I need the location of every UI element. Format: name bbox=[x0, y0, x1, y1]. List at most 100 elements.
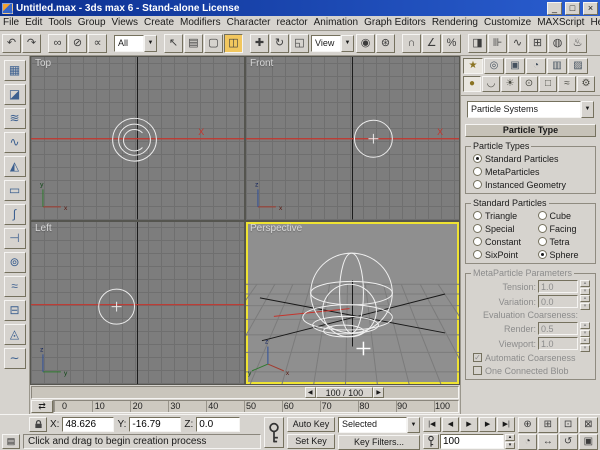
reactor-dashpot-icon[interactable]: ⊣ bbox=[4, 228, 26, 249]
menu-item[interactable]: Rendering bbox=[429, 16, 481, 30]
category-space-warps-icon[interactable]: ≈ bbox=[558, 76, 576, 92]
viewport-perspective[interactable]: Perspective bbox=[246, 222, 459, 385]
menu-item[interactable]: Modifiers bbox=[177, 16, 224, 30]
align-icon[interactable]: ⊪ bbox=[488, 34, 507, 53]
field-of-view-icon[interactable]: ◔ bbox=[518, 434, 537, 450]
variation-spinner[interactable]: ▴▾ bbox=[580, 295, 590, 308]
radio-standard-particles[interactable]: Standard Particles bbox=[466, 152, 595, 165]
key-filters-button[interactable]: Key Filters... bbox=[338, 435, 420, 450]
select-and-move-icon[interactable]: ✚ bbox=[250, 34, 269, 53]
percent-snap-icon[interactable]: % bbox=[442, 34, 461, 53]
tension-field[interactable] bbox=[538, 280, 578, 293]
menu-item[interactable]: Help bbox=[587, 16, 600, 30]
spinner-down-icon[interactable]: ▾ bbox=[505, 442, 515, 449]
radio-sixpoint[interactable]: SixPoint bbox=[466, 248, 531, 261]
select-and-scale-icon[interactable]: ◱ bbox=[290, 34, 309, 53]
menu-item[interactable]: Views bbox=[109, 16, 142, 30]
mirror-icon[interactable]: ◨ bbox=[468, 34, 487, 53]
render-coarseness-field[interactable] bbox=[538, 322, 578, 335]
timeline-ruler[interactable]: 0102030405060708090100 bbox=[53, 400, 459, 413]
radio-sphere[interactable]: Sphere bbox=[531, 248, 596, 261]
reactor-plane-icon[interactable]: ▭ bbox=[4, 180, 26, 201]
frame-spinner[interactable]: ▴▾ bbox=[505, 434, 515, 447]
time-slider-value[interactable]: 100 / 100 bbox=[316, 387, 374, 398]
select-object-icon[interactable]: ↖ bbox=[164, 34, 183, 53]
spinner-up-icon[interactable]: ▴ bbox=[580, 280, 590, 287]
reactor-deforming-mesh-icon[interactable]: ◭ bbox=[4, 156, 26, 177]
viewport-front[interactable]: Front X x z bbox=[246, 57, 459, 220]
pan-icon[interactable]: ↔ bbox=[538, 434, 557, 450]
goto-start-button[interactable]: |◀ bbox=[423, 417, 441, 432]
category-shapes-icon[interactable]: ◡ bbox=[482, 76, 500, 92]
z-coordinate-field[interactable] bbox=[196, 417, 240, 432]
variation-field[interactable] bbox=[538, 295, 578, 308]
select-and-link-icon[interactable]: ∞ bbox=[48, 34, 67, 53]
chevron-down-icon[interactable]: ▼ bbox=[144, 35, 157, 52]
reactor-soft-body-collection-icon[interactable]: ≋ bbox=[4, 108, 26, 129]
goto-end-button[interactable]: ▶| bbox=[497, 417, 515, 432]
curve-editor-icon[interactable]: ∿ bbox=[508, 34, 527, 53]
radio-metaparticles[interactable]: MetaParticles bbox=[466, 165, 595, 178]
mini-listener-icon[interactable]: ▤ bbox=[2, 434, 20, 449]
reactor-spring-icon[interactable]: ∫ bbox=[4, 204, 26, 225]
viewport-left[interactable]: Left y z bbox=[31, 222, 244, 385]
tab-create-icon[interactable]: ★ bbox=[463, 58, 483, 74]
menu-item[interactable]: MAXScript bbox=[534, 16, 587, 30]
trackbar-toggle-icon[interactable]: ⇄ bbox=[31, 400, 53, 413]
tab-hierarchy-icon[interactable]: ▣ bbox=[505, 58, 525, 74]
spinner-down-icon[interactable]: ▾ bbox=[580, 345, 590, 352]
menu-item[interactable]: Create bbox=[141, 16, 177, 30]
time-slider-next-icon[interactable]: ▶ bbox=[373, 387, 384, 398]
subcategory-dropdown[interactable]: Particle Systems ▼ bbox=[467, 101, 594, 118]
angle-snap-icon[interactable]: ∠ bbox=[422, 34, 441, 53]
spinner-down-icon[interactable]: ▾ bbox=[580, 288, 590, 295]
spinner-down-icon[interactable]: ▾ bbox=[580, 330, 590, 337]
selection-filter-dropdown[interactable]: All ▼ bbox=[114, 35, 157, 52]
maximize-button[interactable]: □ bbox=[565, 2, 580, 15]
menu-item[interactable]: File bbox=[0, 16, 22, 30]
tab-modify-icon[interactable]: ◎ bbox=[484, 58, 504, 74]
arc-rotate-icon[interactable]: ↺ bbox=[559, 434, 578, 450]
y-coordinate-field[interactable] bbox=[129, 417, 181, 432]
menu-item[interactable]: Customize bbox=[481, 16, 534, 30]
select-by-name-icon[interactable]: ▤ bbox=[184, 34, 203, 53]
checkbox-automatic-coarseness[interactable]: ✓ Automatic Coarseness bbox=[466, 351, 595, 364]
spinner-down-icon[interactable]: ▾ bbox=[580, 303, 590, 310]
window-crossing-toggle-icon[interactable]: ◫ bbox=[224, 34, 243, 53]
category-lights-icon[interactable]: ☀ bbox=[501, 76, 519, 92]
chevron-down-icon[interactable]: ▼ bbox=[581, 101, 594, 118]
tension-spinner[interactable]: ▴▾ bbox=[580, 280, 590, 293]
zoom-extents-icon[interactable]: ⊡ bbox=[559, 417, 578, 433]
reactor-cloth-collection-icon[interactable]: ◪ bbox=[4, 84, 26, 105]
reactor-motor-icon[interactable]: ⊚ bbox=[4, 252, 26, 273]
play-button[interactable]: ▶ bbox=[460, 417, 478, 432]
undo-icon[interactable]: ↶ bbox=[2, 34, 21, 53]
spinner-up-icon[interactable]: ▴ bbox=[580, 322, 590, 329]
reactor-rope-collection-icon[interactable]: ∿ bbox=[4, 132, 26, 153]
checkbox-one-connected-blob[interactable]: One Connected Blob bbox=[466, 364, 595, 377]
radio-tetra[interactable]: Tetra bbox=[531, 235, 596, 248]
menu-item[interactable]: Graph Editors bbox=[361, 16, 429, 30]
close-button[interactable]: × bbox=[583, 2, 598, 15]
viewport-top[interactable]: Top X x y bbox=[31, 57, 244, 220]
radio-instanced-geometry[interactable]: Instanced Geometry bbox=[466, 178, 595, 191]
category-geometry-icon[interactable]: ● bbox=[463, 76, 481, 92]
time-slider-prev-icon[interactable]: ◀ bbox=[305, 387, 316, 398]
time-slider-track[interactable]: ◀ 100 / 100 ▶ bbox=[31, 386, 459, 399]
radio-cube[interactable]: Cube bbox=[531, 209, 596, 222]
select-and-rotate-icon[interactable]: ↻ bbox=[270, 34, 289, 53]
radio-constant[interactable]: Constant bbox=[466, 235, 531, 248]
rectangular-selection-region-icon[interactable]: ▢ bbox=[204, 34, 223, 53]
reactor-toy-car-icon[interactable]: ⊟ bbox=[4, 300, 26, 321]
bind-to-space-warp-icon[interactable]: ∝ bbox=[88, 34, 107, 53]
previous-frame-button[interactable]: ◀ bbox=[442, 417, 460, 432]
min-max-toggle-icon[interactable]: ▣ bbox=[579, 434, 598, 450]
key-mode-toggle-button[interactable] bbox=[423, 434, 439, 449]
set-key-button[interactable]: Set Key bbox=[287, 434, 335, 449]
category-helpers-icon[interactable]: □ bbox=[539, 76, 557, 92]
reactor-water-icon[interactable]: ∼ bbox=[4, 348, 26, 369]
menu-item[interactable]: Animation bbox=[311, 16, 361, 30]
use-pivot-point-center-icon[interactable]: ◉ bbox=[356, 34, 375, 53]
material-editor-icon[interactable]: ◍ bbox=[548, 34, 567, 53]
select-and-manipulate-icon[interactable]: ⊛ bbox=[376, 34, 395, 53]
